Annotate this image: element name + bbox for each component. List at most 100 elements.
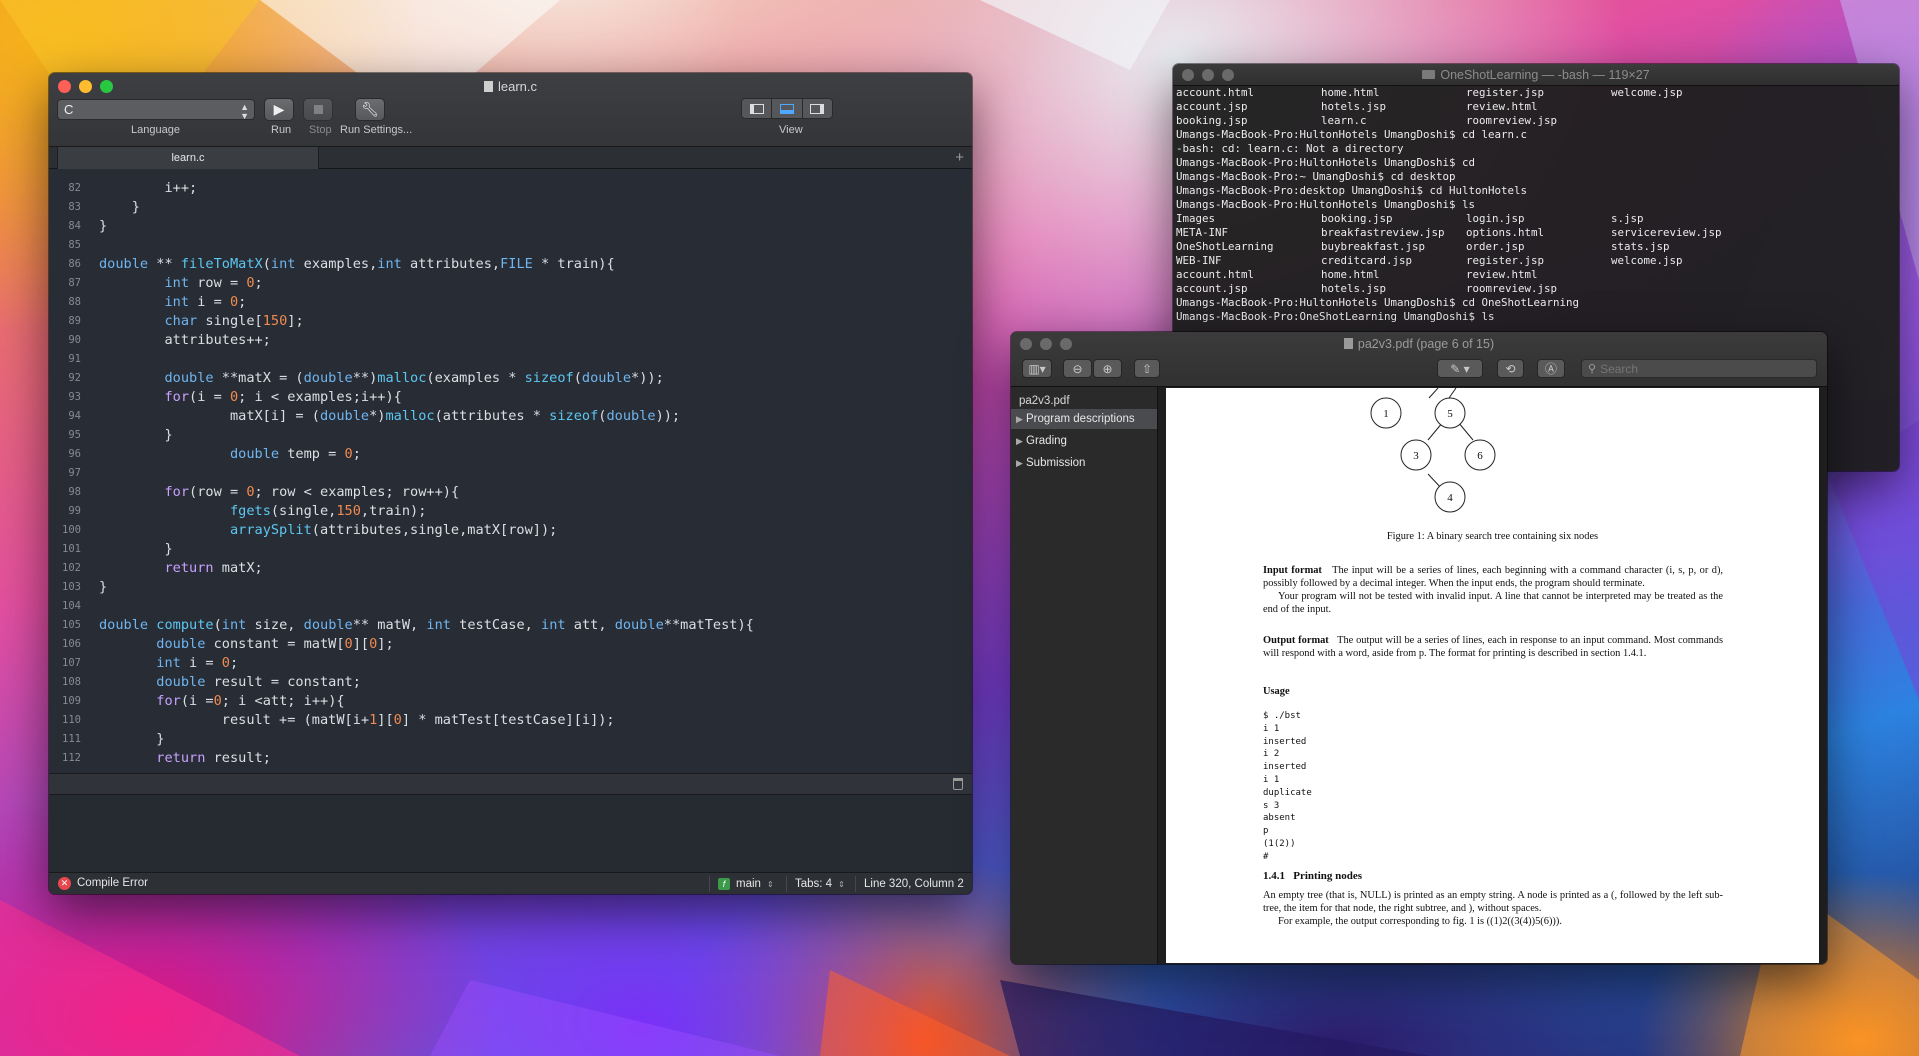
add-tab-icon[interactable]: +	[955, 147, 964, 169]
code-line[interactable]: 100 arraySplit(attributes,single,matX[ro…	[49, 521, 972, 540]
code-line[interactable]: 110 result += (matW[i+1][0] * matTest[te…	[49, 711, 972, 730]
tab-learn-c[interactable]: learn.c	[57, 147, 319, 169]
code-line[interactable]: 107 int i = 0;	[49, 654, 972, 673]
markup-pen-icon[interactable]: ✎ ▾	[1437, 359, 1483, 378]
search-input[interactable]	[1600, 361, 1801, 376]
terminal-text: account.jsp	[1176, 282, 1248, 295]
terminal-text: roomreview.jsp	[1466, 282, 1558, 295]
compile-status: Compile Error	[77, 877, 148, 889]
outline-item-program-descriptions[interactable]: ▶ Program descriptions	[1011, 409, 1157, 429]
tabs-select[interactable]: Tabs: 4 ⇕	[786, 876, 845, 892]
sidebar-left-icon[interactable]	[742, 99, 773, 118]
code-text: for(row = 0; row < examples; row++){	[164, 484, 460, 500]
code-line[interactable]: 108 double result = constant;	[49, 673, 972, 692]
search-icon: ⚲	[1588, 363, 1597, 375]
code-text: }	[99, 731, 165, 747]
code-line[interactable]: 98 for(row = 0; row < examples; row++){	[49, 483, 972, 502]
code-text: }	[99, 199, 140, 215]
panel-bottom-icon[interactable]	[772, 99, 803, 118]
code-line[interactable]: 82 i++;	[49, 179, 972, 198]
binary-tree-figure: 1 5 3 6 4	[1370, 388, 1496, 513]
code-editor-window: learn.c C ▲ ▼ Language ▶ Run Stop 🔧︎ Run …	[49, 73, 972, 894]
outline-filename: pa2v3.pdf	[1019, 395, 1070, 407]
terminal-text: home.html	[1321, 86, 1380, 99]
terminal-line: Images booking.jsp login.jsp s.jsp	[1176, 212, 1896, 226]
code-line[interactable]: 111 }	[49, 730, 972, 749]
code-line[interactable]: 87 int row = 0;	[49, 274, 972, 293]
annotate-icon[interactable]: Ⓐ	[1537, 359, 1565, 378]
zoom-in-icon[interactable]: ⊕	[1093, 359, 1122, 378]
chevron-updown-icon: ⇕	[838, 879, 845, 889]
cursor-position[interactable]: Line 320, Column 2	[855, 876, 964, 892]
code-line[interactable]: 92 double **matX = (double**)malloc(exam…	[49, 369, 972, 388]
terminal-text: OneShotLearning	[1176, 240, 1274, 253]
trash-icon[interactable]	[953, 778, 963, 790]
terminal-text: booking.jsp	[1321, 212, 1393, 225]
line-number: 100	[62, 524, 81, 536]
terminal-line: Umangs-MacBook-Pro:desktop UmangDoshi$ c…	[1176, 184, 1896, 198]
share-icon[interactable]: ⇧	[1134, 359, 1160, 378]
code-line[interactable]: 90 attributes++;	[49, 331, 972, 350]
code-line[interactable]: 95 }	[49, 426, 972, 445]
code-line[interactable]: 85	[49, 236, 972, 255]
scheme-select[interactable]: f main ⇕	[709, 876, 774, 892]
code-line[interactable]: 101 }	[49, 540, 972, 559]
run-settings-button[interactable]: 🔧︎	[355, 98, 385, 121]
code-line[interactable]: 84}	[49, 217, 972, 236]
editor-toolbar: learn.c C ▲ ▼ Language ▶ Run Stop 🔧︎ Run …	[49, 73, 972, 147]
usage-line: s 3	[1263, 800, 1280, 811]
terminal-text: account.html	[1176, 86, 1255, 99]
code-line[interactable]: 102 return matX;	[49, 559, 972, 578]
code-line[interactable]: 109 for(i =0; i <att; i++){	[49, 692, 972, 711]
sidebar-right-icon[interactable]	[803, 99, 832, 118]
code-text: int i = 0;	[156, 655, 239, 671]
terminal-text: breakfastreview.jsp	[1321, 226, 1445, 239]
search-field[interactable]: ⚲	[1581, 359, 1817, 378]
code-line[interactable]: 99 fgets(single,150,train);	[49, 502, 972, 521]
code-editor[interactable]: 82 i++; 83 } 84} 85 86 double ** fileToMatX(i…	[49, 169, 972, 773]
printing-paragraph: An empty tree (that is, NULL) is printed…	[1263, 890, 1723, 914]
code-text: for(i = 0; i < examples;i++){	[164, 389, 402, 405]
run-button[interactable]: ▶	[264, 98, 294, 121]
code-line[interactable]: 103}	[49, 578, 972, 597]
code-line[interactable]: 88 int i = 0;	[49, 293, 972, 312]
usage-line: inserted	[1263, 736, 1307, 747]
terminal-text: Images	[1176, 212, 1216, 225]
zoom-out-icon[interactable]: ⊖	[1063, 359, 1092, 378]
terminal-text: options.html	[1466, 226, 1545, 239]
terminal-text: buybreakfast.jsp	[1321, 240, 1426, 253]
line-number: 86	[68, 258, 81, 270]
code-line[interactable]: 83 }	[49, 198, 972, 217]
terminal-text: home.html	[1321, 268, 1380, 281]
code-line[interactable]: 112 return result;	[49, 749, 972, 768]
code-line[interactable]: 97	[49, 464, 972, 483]
pdf-document-icon	[1343, 338, 1353, 349]
code-line[interactable]: 96 double temp = 0;	[49, 445, 972, 464]
outline-item-submission[interactable]: ▶ Submission	[1011, 453, 1157, 473]
outline-item-grading[interactable]: ▶ Grading	[1011, 431, 1157, 451]
code-line[interactable]: 94 matX[i] = (double*)malloc(attributes …	[49, 407, 972, 426]
terminal-text: Umangs-MacBook-Pro:HultonHotels UmangDos…	[1176, 128, 1528, 141]
sidebar-toggle-icon[interactable]: ▥▾	[1022, 359, 1052, 378]
code-line[interactable]: 104	[49, 597, 972, 616]
line-number: 97	[68, 467, 81, 479]
code-line[interactable]: 86 double ** fileToMatX(int examples,int …	[49, 255, 972, 274]
code-line[interactable]: 106 double constant = matW[0][0];	[49, 635, 972, 654]
code-line[interactable]: 91	[49, 350, 972, 369]
console-header	[49, 773, 972, 795]
rotate-icon[interactable]: ⟲	[1497, 359, 1524, 378]
pdf-page[interactable]: 1 5 3 6 4 Figure 1: A binary search tree…	[1166, 388, 1819, 963]
line-number: 95	[68, 429, 81, 441]
stop-button[interactable]	[303, 98, 333, 121]
console-output[interactable]	[49, 795, 972, 872]
terminal-text: Umangs-MacBook-Pro:HultonHotels UmangDos…	[1176, 156, 1476, 169]
code-line[interactable]: 105 double compute(int size, double** mat…	[49, 616, 972, 635]
terminal-text: register.jsp	[1466, 86, 1545, 99]
terminal-text: welcome.jsp	[1611, 86, 1683, 99]
code-line[interactable]: 93 for(i = 0; i < examples;i++){	[49, 388, 972, 407]
code-line[interactable]: 89 char single[150];	[49, 312, 972, 331]
usage-line: #	[1263, 851, 1269, 862]
section-heading: 1.4.1 Printing nodes	[1263, 870, 1363, 882]
usage-line: absent	[1263, 813, 1296, 824]
language-select[interactable]: C ▲ ▼	[57, 99, 255, 121]
